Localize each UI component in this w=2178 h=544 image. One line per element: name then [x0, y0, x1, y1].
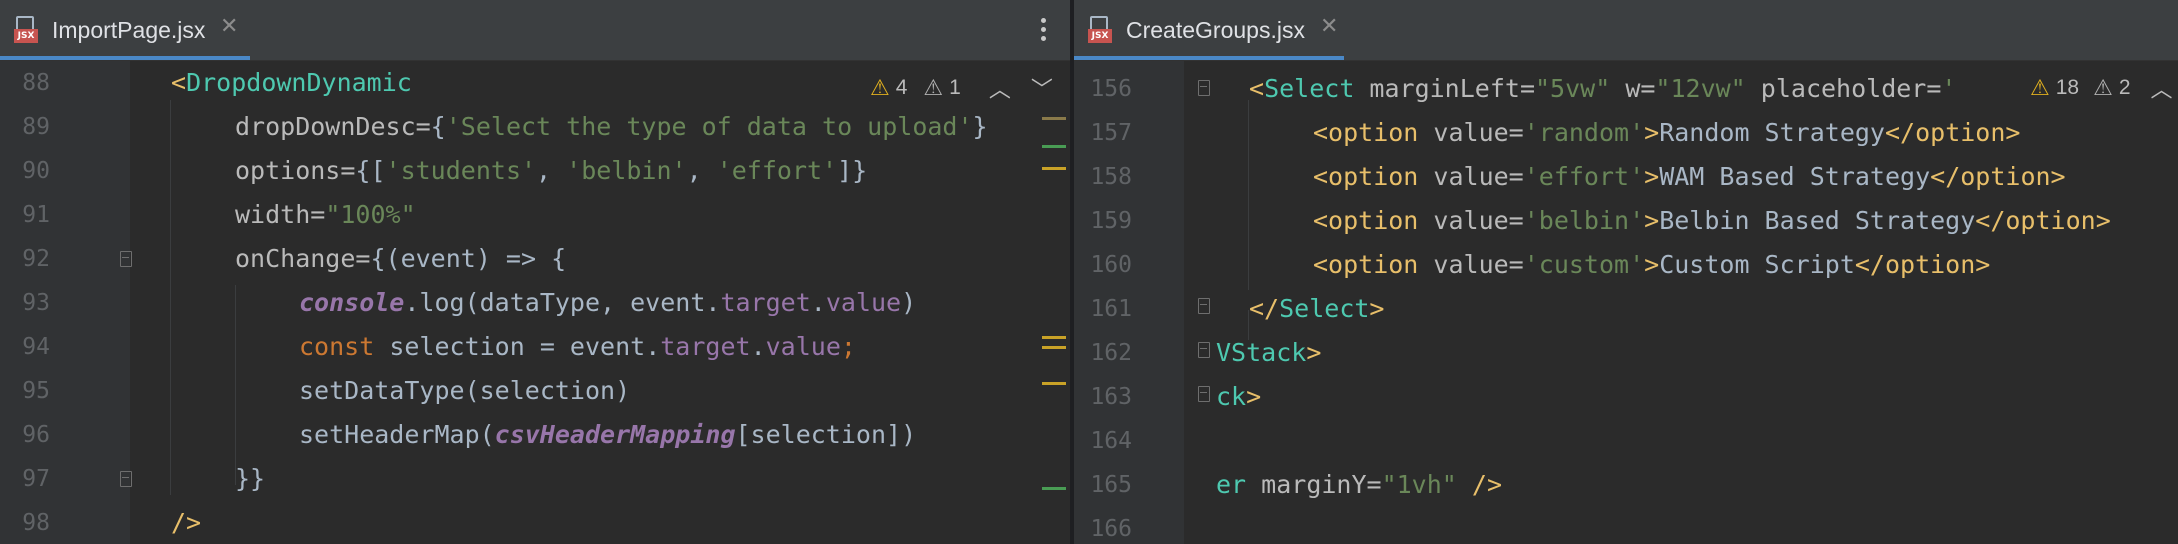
line-number: 158 — [1090, 164, 1132, 190]
code-line: <option value='random'>Random Strategy</… — [1313, 118, 2021, 147]
error-stripe-mark[interactable] — [1042, 117, 1066, 120]
line-number: 88 — [22, 70, 50, 96]
code-line: onChange={(event) => { — [235, 244, 567, 273]
tab-importpage[interactable]: JSX ImportPage.jsx ✕ — [0, 0, 250, 60]
tab-title: CreateGroups.jsx — [1126, 17, 1305, 43]
tab-title: ImportPage.jsx — [52, 17, 206, 43]
line-number: 163 — [1090, 384, 1132, 410]
line-number: 159 — [1090, 208, 1132, 234]
line-number: 162 — [1090, 340, 1132, 366]
indent-guide — [170, 100, 171, 495]
weak-warning-count: 2 — [2118, 76, 2131, 99]
line-number: 157 — [1090, 120, 1132, 146]
warning-triangle-icon: ⚠ — [2030, 75, 2050, 100]
line-number: 92 — [22, 246, 50, 272]
code-line: dropDownDesc={'Select the type of data t… — [235, 112, 988, 141]
code-line: }} — [235, 464, 266, 493]
code-line: ck> — [1216, 382, 1262, 411]
active-tab-indicator — [1074, 56, 1344, 60]
line-number: 161 — [1090, 296, 1132, 322]
jsx-file-icon: JSX — [14, 16, 38, 44]
line-number: 160 — [1090, 252, 1132, 278]
jsx-file-icon: JSX — [1088, 16, 1112, 44]
error-stripe-mark[interactable] — [1042, 382, 1066, 385]
close-icon[interactable]: ✕ — [220, 14, 238, 39]
code-line: setDataType(selection) — [299, 376, 631, 405]
fold-marker-icon[interactable] — [1198, 298, 1210, 314]
inspection-widget[interactable]: ⚠ 18 ⚠ 2 ︿ — [2024, 72, 2173, 104]
error-stripe-mark[interactable] — [1042, 487, 1066, 490]
code-line: console.log(dataType, event.target.value… — [299, 288, 917, 317]
fold-marker-icon[interactable] — [120, 471, 132, 487]
line-number: 156 — [1090, 76, 1132, 102]
line-number: 95 — [22, 378, 50, 404]
tab-creategroups[interactable]: JSX CreateGroups.jsx ✕ — [1074, 0, 1344, 60]
tab-bar: JSX CreateGroups.jsx ✕ — [1074, 0, 2178, 61]
fold-marker-icon[interactable] — [1198, 386, 1210, 402]
warning-triangle-icon: ⚠ — [870, 75, 890, 100]
line-number: 97 — [22, 466, 50, 492]
weak-warning-icon: ⚠ — [2093, 75, 2113, 100]
code-line: <Select marginLeft="5vw" w="12vw" placeh… — [1249, 74, 1957, 103]
fold-marker-icon[interactable] — [120, 251, 132, 267]
line-number: 93 — [22, 290, 50, 316]
error-stripe-mark[interactable] — [1042, 336, 1066, 339]
code-line: /> — [171, 508, 202, 537]
code-line: <option value='effort'>WAM Based Strateg… — [1313, 162, 2066, 191]
weak-warning-count: 1 — [949, 76, 961, 99]
line-number: 166 — [1090, 516, 1132, 542]
code-line: VStack> — [1216, 338, 1322, 367]
warning-count: 18 — [2055, 76, 2080, 99]
code-line: width="100%" — [235, 200, 416, 229]
chevron-down-icon[interactable]: ﹀ — [1031, 72, 1053, 104]
inspection-widget[interactable]: ⚠ 4 ⚠ 1 ︿ ﹀ — [870, 72, 1053, 104]
error-stripe-mark[interactable] — [1042, 167, 1066, 170]
chevron-up-icon[interactable]: ︿ — [2151, 72, 2173, 104]
line-number: 89 — [22, 114, 50, 140]
warning-count: 4 — [895, 76, 908, 99]
error-stripe-mark[interactable] — [1042, 346, 1066, 349]
line-number: 94 — [22, 334, 50, 360]
close-icon[interactable]: ✕ — [1320, 14, 1338, 39]
editor-pane-left: JSX ImportPage.jsx ✕ 88 89 90 91 92 93 9… — [0, 0, 1070, 544]
line-number: 164 — [1090, 428, 1132, 454]
line-number: 96 — [22, 422, 50, 448]
error-stripe-mark[interactable] — [1042, 145, 1066, 148]
code-line: er marginY="1vh" /> — [1216, 470, 1502, 499]
fold-marker-icon[interactable] — [1198, 80, 1210, 96]
line-number: 90 — [22, 158, 50, 184]
weak-warning-icon: ⚠ — [923, 75, 944, 100]
more-vertical-icon[interactable] — [1040, 18, 1048, 46]
code-line: options={['students', 'belbin', 'effort'… — [235, 156, 868, 185]
tab-bar: JSX ImportPage.jsx ✕ — [0, 0, 1070, 61]
code-line: <option value='belbin'>Belbin Based Stra… — [1313, 206, 2111, 235]
chevron-up-icon[interactable]: ︿ — [989, 72, 1011, 104]
fold-marker-icon[interactable] — [1198, 342, 1210, 358]
indent-guide — [235, 285, 236, 485]
gutter: 88 89 90 91 92 93 94 95 96 97 98 — [0, 61, 132, 544]
gutter: 156 157 158 159 160 161 162 163 164 165 … — [1074, 61, 1184, 544]
code-line: <option value='custom'>Custom Script</op… — [1313, 250, 1991, 279]
code-line: <DropdownDynamic — [171, 68, 412, 97]
line-number: 98 — [22, 510, 50, 536]
line-number: 165 — [1090, 472, 1132, 498]
line-number: 91 — [22, 202, 50, 228]
indent-guide — [1248, 100, 1249, 290]
code-line: const selection = event.target.value; — [299, 332, 856, 361]
active-tab-indicator — [0, 56, 250, 60]
code-line: setHeaderMap(csvHeaderMapping[selection]… — [299, 420, 917, 449]
code-line: </Select> — [1249, 294, 1385, 323]
editor-pane-right: JSX CreateGroups.jsx ✕ 156 157 158 159 1… — [1074, 0, 2178, 544]
